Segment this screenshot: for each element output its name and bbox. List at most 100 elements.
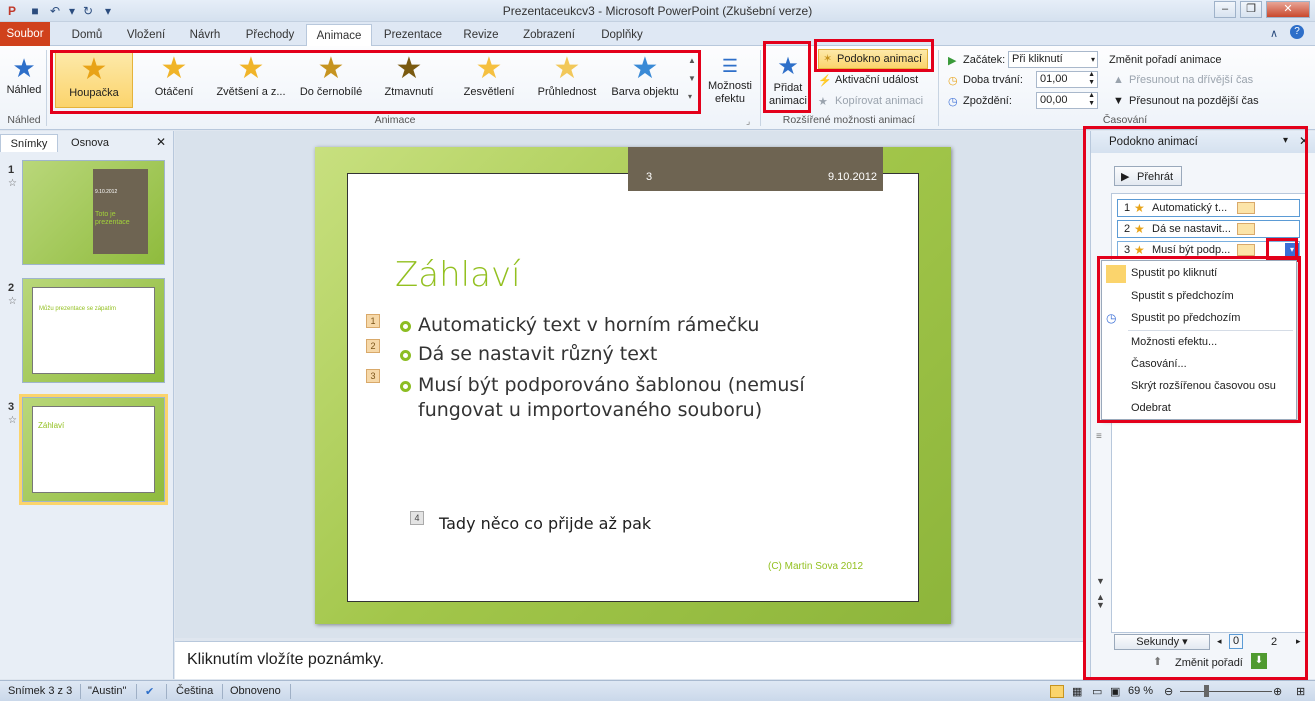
thumb-title: Záhlaví	[38, 421, 65, 430]
bullet-text-continued[interactable]: fungovat u importovaného souboru)	[418, 399, 762, 421]
start-value: Při kliknutí	[1012, 53, 1063, 65]
bullet-icon	[400, 381, 411, 392]
tab-design[interactable]: Návrh	[180, 24, 230, 46]
spinner-icon[interactable]: ▲ ▼	[1088, 92, 1095, 108]
slide-number-field: 3	[646, 171, 653, 183]
slideshow-icon[interactable]: ▣	[1110, 685, 1120, 698]
thumb-inner: Záhlaví	[32, 406, 155, 493]
animation-tag[interactable]: 1	[366, 314, 380, 328]
slide-sorter-icon[interactable]: ▦	[1072, 685, 1082, 698]
copy-animation-button[interactable]: Kopírovat animaci	[835, 95, 923, 107]
help-icon[interactable]: ?	[1290, 25, 1304, 39]
animation-indicator-icon: ☆	[8, 178, 17, 189]
highlight-box	[814, 39, 934, 72]
zoom-level[interactable]: 69 %	[1128, 685, 1153, 697]
tab-slides[interactable]: Snímky	[0, 134, 58, 152]
close-button[interactable]: ✕	[1266, 1, 1310, 18]
bullet-text[interactable]: Automatický text v horním rámečku	[418, 314, 759, 336]
status-bar: Snímek 3 z 3 "Austin" ✔ Čeština Obnoveno…	[0, 680, 1315, 701]
preview-button[interactable]: ★ Náhled	[6, 52, 42, 108]
tab-home[interactable]: Domů	[62, 24, 112, 46]
document-state: Obnoveno	[230, 685, 281, 697]
zoom-out-icon[interactable]: ⊖	[1164, 685, 1173, 698]
slide-thumbnail-3[interactable]: Záhlaví	[22, 397, 165, 502]
animation-indicator-icon: ☆	[8, 415, 17, 426]
reorder-title: Změnit pořadí animace	[1109, 54, 1222, 66]
start-icon: ▶	[948, 55, 957, 67]
zoom-slider[interactable]	[1180, 691, 1272, 692]
slide-thumbnail-1[interactable]: 9.10.2012 Toto je prezentace	[22, 160, 165, 265]
zoom-slider-thumb[interactable]	[1204, 685, 1209, 697]
ribbon: ★ Náhled Náhled ★ Houpačka ★ Otáčení ★ Z…	[0, 39, 1315, 130]
zoom-in-icon[interactable]: ⊕	[1273, 685, 1282, 698]
highlight-box	[1083, 126, 1308, 680]
thumb-date: 9.10.2012	[95, 189, 118, 195]
slide-counter: Snímek 3 z 3	[8, 685, 73, 697]
bullet-icon	[400, 350, 411, 361]
duration-icon: ◷	[948, 75, 958, 87]
status-separator	[166, 684, 167, 699]
slide-number: 1	[8, 164, 15, 176]
tab-outline[interactable]: Osnova	[62, 134, 118, 152]
status-separator	[80, 684, 81, 699]
duration-value: 01,00	[1040, 73, 1068, 85]
slide-number: 2	[8, 282, 15, 294]
ribbon-tabs: Soubor Domů Vložení Návrh Přechody Anima…	[0, 22, 1315, 47]
reading-view-icon[interactable]: ▭	[1092, 685, 1102, 698]
maximize-button[interactable]: ❐	[1240, 1, 1262, 18]
animation-tag[interactable]: 3	[366, 369, 380, 383]
chevron-down-icon: ▾	[1090, 55, 1095, 64]
slide-title[interactable]: Záhlaví	[395, 255, 521, 295]
group-separator	[760, 50, 761, 126]
status-separator	[136, 684, 137, 699]
tab-slideshow[interactable]: Prezentace	[380, 24, 446, 46]
group-label-timing: Časování	[1102, 114, 1148, 126]
tab-file[interactable]: Soubor	[0, 22, 50, 46]
effect-options-button[interactable]: ☰ Možnosti efektu	[704, 52, 756, 112]
collapse-ribbon-icon[interactable]: ∧	[1270, 27, 1278, 40]
tab-transitions[interactable]: Přechody	[240, 24, 300, 46]
animation-indicator-icon: ☆	[8, 296, 17, 307]
thumb-title: Toto je prezentace	[95, 211, 130, 226]
tab-animations[interactable]: Animace	[306, 24, 372, 47]
close-pane-icon[interactable]: ✕	[156, 135, 166, 149]
delay-input[interactable]: 00,00 ▲ ▼	[1036, 92, 1098, 109]
bullet-icon	[400, 321, 411, 332]
extra-text[interactable]: Tady něco co přijde až pak	[439, 514, 651, 533]
tab-review[interactable]: Revize	[456, 24, 506, 46]
trigger-button[interactable]: Aktivační událost	[835, 74, 918, 86]
title-bar: P ■ ↶ ▾ ↻ ▾ Prezentaceukcv3 - Microsoft …	[0, 0, 1315, 22]
animation-tag[interactable]: 2	[366, 339, 380, 353]
notes-pane[interactable]: Kliknutím vložíte poznámky.	[175, 641, 1083, 679]
preview-label: Náhled	[6, 84, 42, 96]
tab-insert[interactable]: Vložení	[120, 24, 172, 46]
spinner-icon[interactable]: ▲ ▼	[1088, 71, 1095, 87]
bullet-text[interactable]: Dá se nastavit různý text	[418, 343, 657, 365]
delay-label: Zpoždění:	[963, 95, 1012, 107]
bullet-text[interactable]: Musí být podporováno šablonou (nemusí	[418, 374, 805, 396]
group-separator	[46, 50, 47, 126]
spellcheck-icon[interactable]: ✔	[145, 685, 154, 698]
move-earlier-icon: ▲	[1113, 74, 1124, 86]
slide-footer[interactable]: (C) Martin Sova 2012	[768, 561, 863, 572]
preview-star-icon: ★	[12, 53, 36, 83]
language[interactable]: Čeština	[176, 685, 213, 697]
minimize-button[interactable]: –	[1214, 1, 1236, 18]
dialog-launcher-icon[interactable]: ⌟	[746, 116, 750, 127]
normal-view-icon[interactable]	[1050, 685, 1064, 698]
tab-addins[interactable]: Doplňky	[592, 24, 652, 46]
effect-options-icon: ☰	[721, 56, 739, 76]
status-separator	[290, 684, 291, 699]
fit-to-window-icon[interactable]: ⊞	[1296, 685, 1305, 698]
start-select[interactable]: Při kliknutí ▾	[1008, 51, 1098, 68]
tab-view[interactable]: Zobrazení	[516, 24, 582, 46]
effect-options-label: Možnosti efektu	[707, 80, 753, 105]
slide-thumbnail-2[interactable]: Můžu prezentace se zápatím	[22, 278, 165, 383]
thumb-title: Můžu prezentace se zápatím	[39, 306, 117, 312]
move-later-button[interactable]: Přesunout na pozdější čas	[1129, 95, 1259, 107]
move-later-icon: ▼	[1113, 95, 1124, 107]
animation-tag[interactable]: 4	[410, 511, 424, 525]
move-earlier-button[interactable]: Přesunout na dřívější čas	[1129, 74, 1253, 86]
slide-header-box[interactable]: 3 9.10.2012	[628, 147, 883, 191]
duration-input[interactable]: 01,00 ▲ ▼	[1036, 71, 1098, 88]
